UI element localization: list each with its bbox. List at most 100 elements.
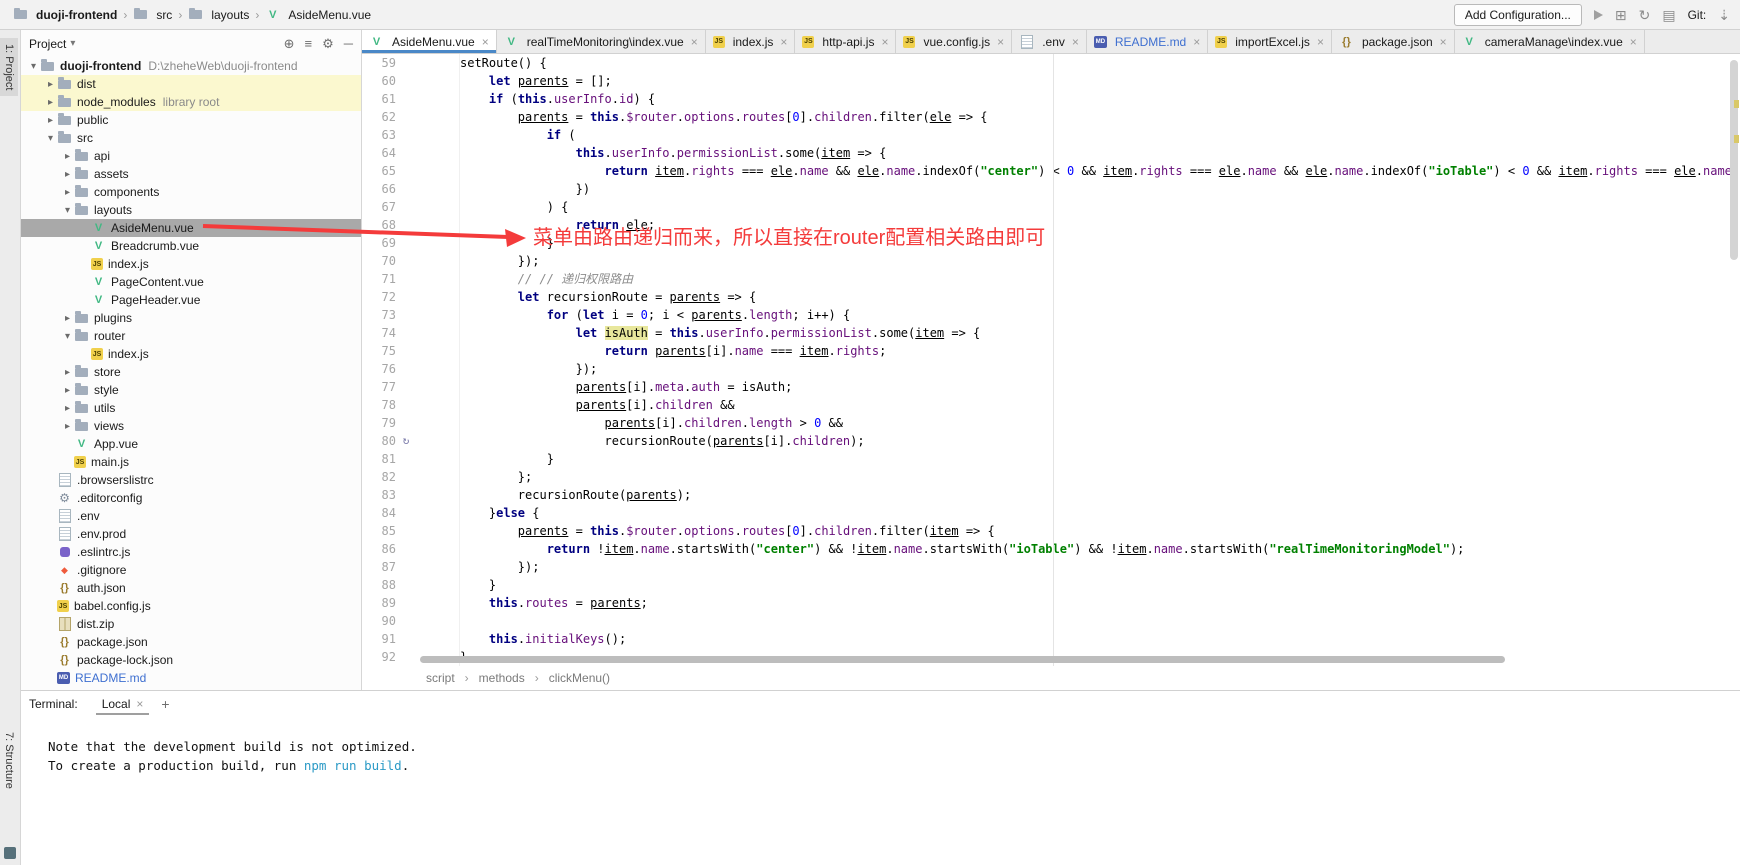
tree-item[interactable]: VBreadcrumb.vue bbox=[21, 237, 361, 255]
chevron-collapsed-icon[interactable]: ▸ bbox=[61, 421, 74, 432]
code-text[interactable]: setRoute() { bbox=[416, 54, 547, 72]
tree-item[interactable]: ▸assets bbox=[21, 165, 361, 183]
chevron-collapsed-icon[interactable]: ▸ bbox=[61, 313, 74, 324]
tab-close-icon[interactable]: × bbox=[997, 35, 1004, 49]
line-number[interactable]: 84 bbox=[362, 504, 396, 522]
editor-breadcrumb-item[interactable]: script bbox=[426, 671, 455, 685]
chevron-collapsed-icon[interactable]: ▸ bbox=[61, 187, 74, 198]
code-text[interactable]: for (let i = 0; i < parents.length; i++)… bbox=[416, 306, 850, 324]
code-text[interactable]: if ( bbox=[416, 126, 576, 144]
settings-gear-icon[interactable]: ⚙ bbox=[322, 36, 334, 52]
chevron-collapsed-icon[interactable]: ▸ bbox=[61, 151, 74, 162]
event-log-icon[interactable] bbox=[4, 847, 16, 859]
editor-tab[interactable]: VcameraManage\index.vue× bbox=[1455, 30, 1645, 53]
close-icon[interactable]: × bbox=[136, 697, 143, 711]
code-text[interactable]: let isAuth = this.userInfo.permissionLis… bbox=[416, 324, 980, 342]
code-text[interactable]: }) bbox=[416, 180, 590, 198]
code-text[interactable]: // // 递归权限路由 bbox=[416, 270, 633, 288]
line-number[interactable]: 89 bbox=[362, 594, 396, 612]
line-number[interactable]: 67 bbox=[362, 198, 396, 216]
chevron-collapsed-icon[interactable]: ▸ bbox=[44, 115, 57, 126]
line-number[interactable]: 77 bbox=[362, 378, 396, 396]
code-text[interactable]: this.userInfo.permissionList.some(item =… bbox=[416, 144, 886, 162]
line-number[interactable]: 82 bbox=[362, 468, 396, 486]
tab-close-icon[interactable]: × bbox=[881, 35, 888, 49]
chevron-expanded-icon[interactable]: ▾ bbox=[61, 331, 74, 342]
tree-item[interactable]: {}package.json bbox=[21, 633, 361, 651]
code-text[interactable]: parents[i].children && bbox=[416, 396, 735, 414]
editor-tab[interactable]: VrealTimeMonitoring\index.vue× bbox=[497, 30, 706, 53]
layout-icon[interactable]: ▤ bbox=[1662, 8, 1675, 22]
line-number[interactable]: 81 bbox=[362, 450, 396, 468]
expand-collapse-icon[interactable]: ≡ bbox=[305, 36, 313, 52]
tree-item[interactable]: ▸utils bbox=[21, 399, 361, 417]
line-number[interactable]: 71 bbox=[362, 270, 396, 288]
code-text[interactable]: } bbox=[416, 450, 554, 468]
vertical-scrollbar[interactable] bbox=[1730, 60, 1738, 260]
tree-item[interactable]: ▸components bbox=[21, 183, 361, 201]
line-number[interactable]: 86 bbox=[362, 540, 396, 558]
line-number[interactable]: 91 bbox=[362, 630, 396, 648]
tree-item[interactable]: ◆.gitignore bbox=[21, 561, 361, 579]
tree-item[interactable]: ▾router bbox=[21, 327, 361, 345]
tree-item[interactable]: VPageHeader.vue bbox=[21, 291, 361, 309]
tree-item[interactable]: ▸style bbox=[21, 381, 361, 399]
line-number[interactable]: 76 bbox=[362, 360, 396, 378]
tree-item[interactable]: .eslintrc.js bbox=[21, 543, 361, 561]
line-number[interactable]: 69 bbox=[362, 234, 396, 252]
code-text[interactable]: }; bbox=[416, 468, 532, 486]
new-terminal-icon[interactable]: + bbox=[161, 696, 169, 712]
line-number[interactable]: 72 bbox=[362, 288, 396, 306]
code-text[interactable]: }); bbox=[416, 252, 539, 270]
tree-item[interactable]: ▸plugins bbox=[21, 309, 361, 327]
error-stripe-mark[interactable] bbox=[1734, 135, 1739, 143]
tree-item[interactable]: ▸public bbox=[21, 111, 361, 129]
code-text[interactable]: ) { bbox=[416, 198, 568, 216]
tab-close-icon[interactable]: × bbox=[1630, 35, 1637, 49]
tab-close-icon[interactable]: × bbox=[482, 35, 489, 49]
tree-item[interactable]: JSindex.js bbox=[21, 345, 361, 363]
error-stripe-mark[interactable] bbox=[1734, 100, 1739, 108]
terminal-tab-local[interactable]: Local × bbox=[96, 693, 150, 715]
line-number[interactable]: 92 bbox=[362, 648, 396, 666]
chevron-collapsed-icon[interactable]: ▸ bbox=[44, 97, 57, 108]
tree-item[interactable]: ▸views bbox=[21, 417, 361, 435]
code-text[interactable]: return item.rights === ele.name && ele.n… bbox=[416, 162, 1732, 180]
chevron-collapsed-icon[interactable]: ▸ bbox=[44, 79, 57, 90]
project-panel-title[interactable]: Project bbox=[29, 37, 66, 51]
tree-item[interactable]: .env.prod bbox=[21, 525, 361, 543]
tree-item[interactable]: .browserslistrc bbox=[21, 471, 361, 489]
chevron-collapsed-icon[interactable]: ▸ bbox=[61, 403, 74, 414]
locate-file-icon[interactable]: ⊕ bbox=[284, 36, 295, 52]
code-text[interactable]: this.routes = parents; bbox=[416, 594, 648, 612]
line-number[interactable]: 60 bbox=[362, 72, 396, 90]
chevron-expanded-icon[interactable]: ▾ bbox=[61, 205, 74, 216]
code-text[interactable]: recursionRoute(parents); bbox=[416, 486, 691, 504]
editor-tab[interactable]: JShttp-api.js× bbox=[795, 30, 896, 53]
editor-breadcrumb-item[interactable]: clickMenu() bbox=[549, 671, 610, 685]
code-text[interactable]: parents[i].children.length > 0 && bbox=[416, 414, 843, 432]
line-number[interactable]: 88 bbox=[362, 576, 396, 594]
line-number[interactable]: 70 bbox=[362, 252, 396, 270]
editor-tab[interactable]: JSimportExcel.js× bbox=[1208, 30, 1332, 53]
tree-item[interactable]: ▸dist bbox=[21, 75, 361, 93]
editor-tab[interactable]: JSindex.js× bbox=[706, 30, 796, 53]
tree-item[interactable]: VApp.vue bbox=[21, 435, 361, 453]
tree-item[interactable]: ⚙.editorconfig bbox=[21, 489, 361, 507]
tab-close-icon[interactable]: × bbox=[780, 35, 787, 49]
tree-item[interactable]: ▾src bbox=[21, 129, 361, 147]
line-number[interactable]: 61 bbox=[362, 90, 396, 108]
sync-icon[interactable]: ↻ bbox=[1639, 8, 1651, 22]
tree-item[interactable]: VPageContent.vue bbox=[21, 273, 361, 291]
tree-item[interactable]: dist.zip bbox=[21, 615, 361, 633]
code-editor[interactable]: 59setRoute() {60 let parents = [];61 if … bbox=[362, 54, 1740, 666]
editor-tab[interactable]: JSvue.config.js× bbox=[896, 30, 1012, 53]
hide-panel-icon[interactable]: ─ bbox=[344, 36, 353, 52]
add-configuration-button[interactable]: Add Configuration... bbox=[1454, 4, 1582, 26]
tree-item[interactable]: ▸store bbox=[21, 363, 361, 381]
chevron-collapsed-icon[interactable]: ▸ bbox=[61, 367, 74, 378]
tab-close-icon[interactable]: × bbox=[1072, 35, 1079, 49]
tree-item[interactable]: {}auth.json bbox=[21, 579, 361, 597]
code-text[interactable]: let recursionRoute = parents => { bbox=[416, 288, 756, 306]
chevron-expanded-icon[interactable]: ▾ bbox=[44, 133, 57, 144]
